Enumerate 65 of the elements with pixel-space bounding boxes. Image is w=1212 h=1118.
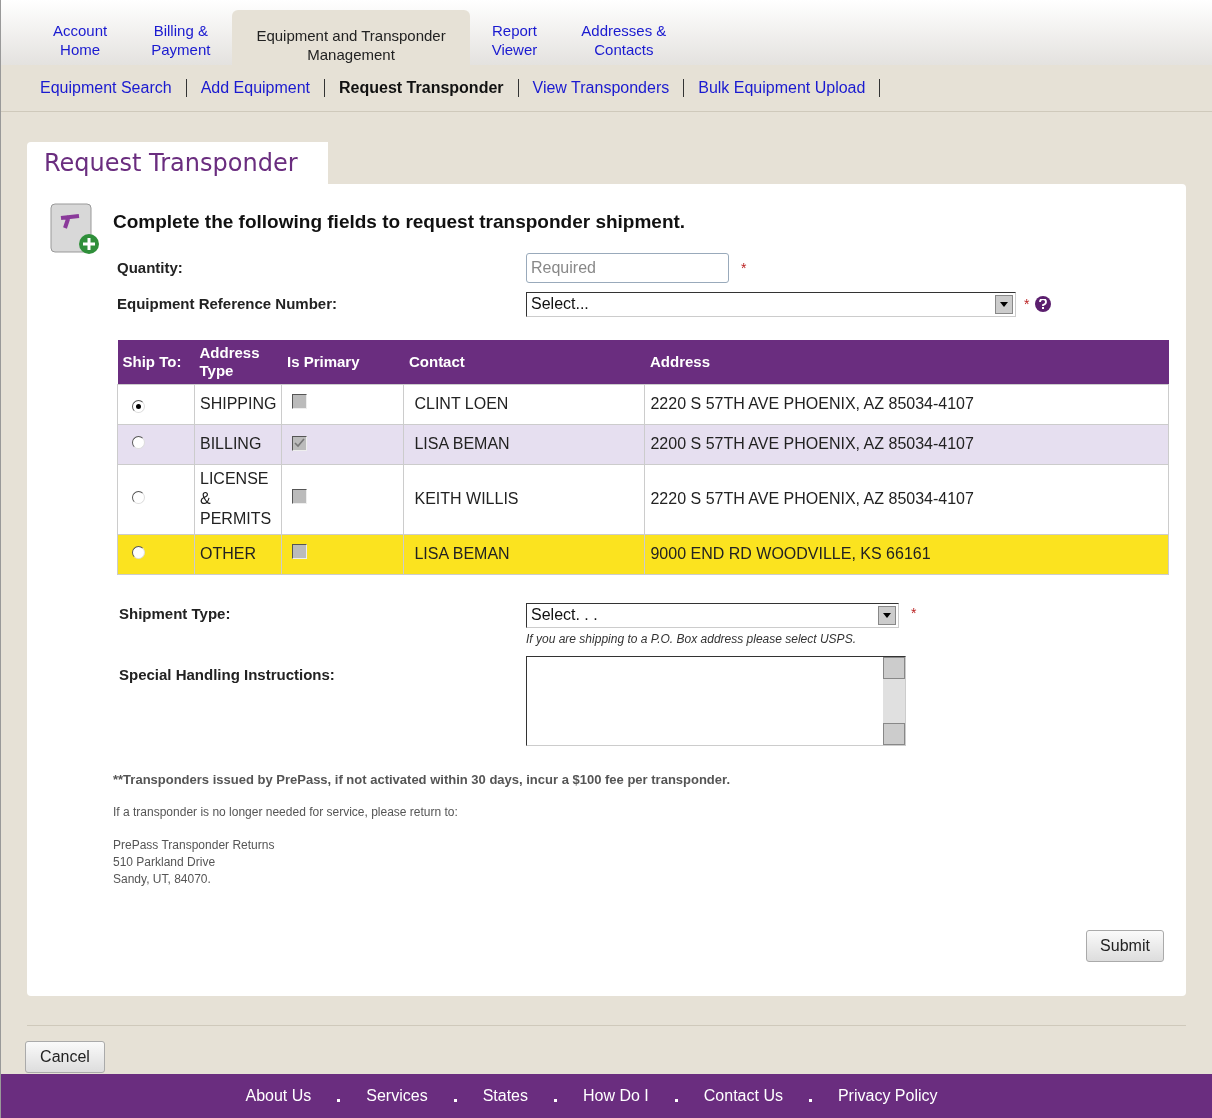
- intro-text: Complete the following fields to request transponder shipment.: [113, 210, 686, 234]
- footer-link[interactable]: About Us: [245, 1084, 312, 1108]
- column-header: Is Primary: [281, 340, 404, 384]
- return-note: If a transponder is no longer needed for service, please return to:: [113, 804, 459, 821]
- column-header: Address Type: [194, 340, 282, 384]
- address-line: Sandy, UT, 84070.: [113, 871, 212, 888]
- address-line: 510 Parkland Drive: [113, 854, 217, 871]
- address-line: PrePass Transponder Returns: [113, 837, 276, 854]
- shipment-type-dropdown[interactable]: Select. . .: [526, 602, 899, 628]
- nav-tab[interactable]: Addresses & Contacts: [559, 0, 689, 65]
- table-cell-text: OTHER: [200, 544, 257, 564]
- table-cell: SHIPPING: [200, 394, 277, 414]
- table-cell: LISA BEMAN: [414, 435, 510, 452]
- required-mark: *: [1024, 294, 1030, 314]
- table-cell: LISA BEMAN: [414, 545, 510, 562]
- hint-text: If you are shipping to a P.O. Box address please select USPS.: [526, 630, 857, 648]
- required-mark: *: [741, 258, 747, 278]
- table-cell: 9000 END RD WOODVILLE, KS 66161: [650, 545, 931, 562]
- table-cell: 2200 S 57TH AVE PHOENIX, AZ 85034-4107: [650, 435, 974, 452]
- help-icon[interactable]: [1035, 296, 1052, 312]
- checkbox[interactable]: [292, 436, 308, 451]
- table-cell: 2220 S 57TH AVE PHOENIX, AZ 85034-4107: [650, 490, 974, 507]
- quantity-field[interactable]: Required: [526, 253, 729, 283]
- submit-button[interactable]: Submit: [1086, 930, 1164, 962]
- scrollbar[interactable]: [883, 656, 905, 745]
- radio-button[interactable]: [132, 546, 145, 559]
- field-label: Shipment Type:: [119, 603, 232, 624]
- radio-button[interactable]: [132, 491, 145, 504]
- radio-button[interactable]: [132, 436, 145, 449]
- nav-tab[interactable]: Equipment and Transponder Management: [232, 10, 470, 65]
- column-header: Contact: [403, 340, 645, 384]
- table-cell: 2220 S 57TH AVE PHOENIX, AZ 85034-4107: [650, 395, 974, 412]
- table-cell-text: BILLING: [200, 434, 263, 454]
- instructions-field[interactable]: [526, 655, 906, 746]
- nav-tab[interactable]: Account Home: [31, 0, 130, 65]
- transponder-add-icon: [49, 202, 101, 256]
- footer-link[interactable]: Privacy Policy: [837, 1084, 938, 1108]
- footer-link[interactable]: Contact Us: [703, 1084, 783, 1108]
- field-label: Special Handling Instructions:: [119, 664, 336, 685]
- field-label: Equipment Reference Number:: [117, 293, 339, 314]
- sub-nav-link[interactable]: Bulk Equipment Upload: [698, 76, 866, 100]
- required-mark: *: [911, 603, 917, 623]
- radio-button[interactable]: [132, 400, 145, 413]
- sub-nav-link[interactable]: View Transponders: [532, 76, 670, 100]
- sub-nav-link[interactable]: Equipment Search: [40, 76, 172, 100]
- nav-tab[interactable]: Billing & Payment: [129, 0, 233, 65]
- field-label: Quantity:: [117, 257, 184, 278]
- equipment-reference-dropdown[interactable]: Select...: [526, 291, 1016, 317]
- column-header: Address: [644, 340, 1169, 384]
- table-cell-text: LICENSE & PERMITS: [200, 469, 273, 529]
- column-header: Ship To:: [117, 340, 195, 384]
- footer-link[interactable]: States: [482, 1084, 528, 1108]
- table-cell: CLINT LOEN: [414, 395, 509, 412]
- footer-link[interactable]: How Do I: [583, 1084, 649, 1108]
- sub-nav-link[interactable]: Add Equipment: [200, 76, 311, 100]
- cancel-button[interactable]: Cancel: [25, 1041, 105, 1073]
- sub-nav-link[interactable]: Request Transponder: [339, 76, 504, 100]
- page-title: Request Transponder: [27, 142, 328, 184]
- footer-link[interactable]: Services: [366, 1084, 428, 1108]
- fee-note: **Transponders issued by PrePass, if not activated within 30 days, incur a $100 fee per transponder.: [113, 770, 731, 789]
- table-cell: KEITH WILLIS: [414, 490, 519, 507]
- checkbox[interactable]: [292, 544, 308, 559]
- nav-tab[interactable]: Report Viewer: [469, 0, 560, 65]
- checkbox[interactable]: [292, 394, 308, 409]
- checkbox[interactable]: [292, 489, 308, 504]
